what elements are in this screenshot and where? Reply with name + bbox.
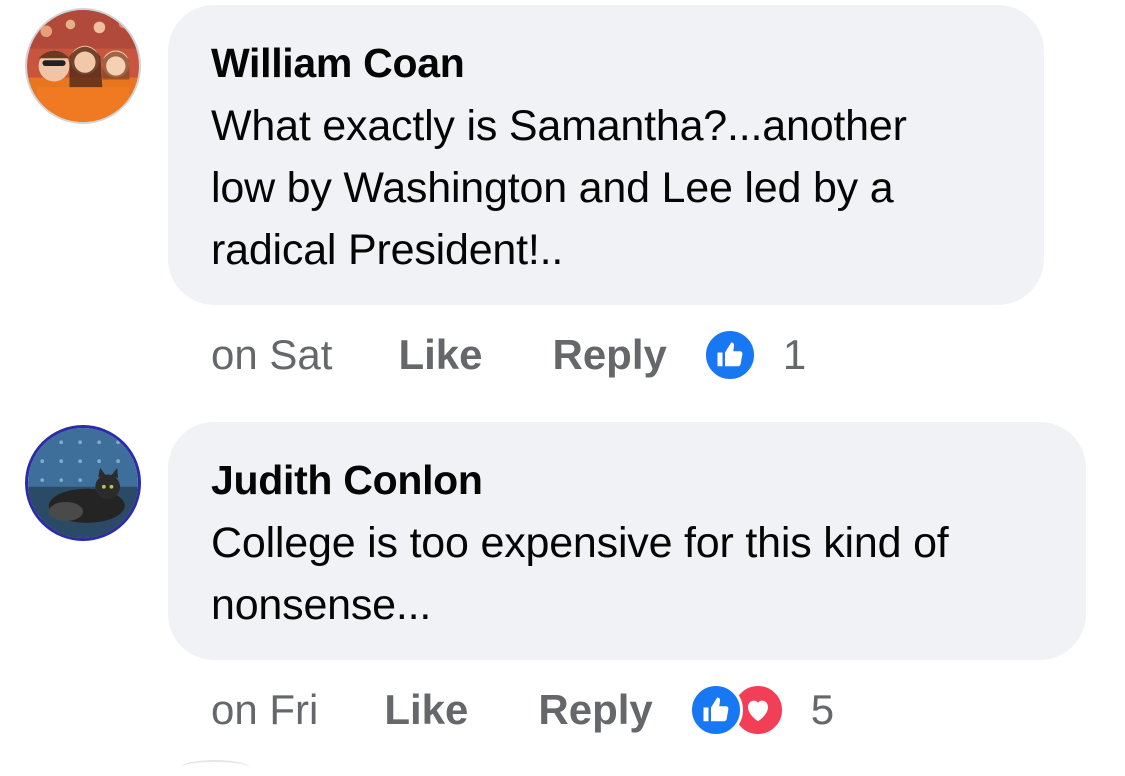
like-button[interactable]: Like xyxy=(398,331,482,379)
comment-author[interactable]: William Coan xyxy=(211,39,1000,87)
comment-actions: on Fri Like Reply 5 xyxy=(211,680,834,740)
comment-bubble: Judith Conlon College is too expensive f… xyxy=(168,422,1086,660)
like-icon xyxy=(702,328,757,382)
cat-photo-avatar xyxy=(28,428,138,538)
reactions-summary[interactable]: 5 xyxy=(688,683,835,737)
next-comment-avatar-edge xyxy=(180,760,250,776)
avatar[interactable] xyxy=(25,8,141,124)
reaction-count: 1 xyxy=(782,331,807,378)
comment-text-line: What exactly is Samantha?...another xyxy=(211,102,907,150)
like-button[interactable]: Like xyxy=(384,686,468,734)
comment-timestamp[interactable]: on Fri xyxy=(211,686,318,734)
comment-text: What exactly is Samantha?...another low … xyxy=(211,95,1000,281)
reply-button[interactable]: Reply xyxy=(552,331,666,379)
comment-actions: on Sat Like Reply 1 xyxy=(211,325,806,385)
comment-text-line: nonsense... xyxy=(211,581,432,629)
reaction-count: 5 xyxy=(810,686,835,733)
reply-button[interactable]: Reply xyxy=(538,686,652,734)
comment-timestamp[interactable]: on Sat xyxy=(211,331,332,379)
comment-text: College is too expensive for this kind o… xyxy=(211,512,1042,636)
comment-text-line: low by Washington and Lee led by a xyxy=(211,164,894,212)
like-icon xyxy=(688,683,743,737)
avatar[interactable] xyxy=(25,425,141,541)
comment-author[interactable]: Judith Conlon xyxy=(211,456,1042,504)
reactions-summary[interactable]: 1 xyxy=(702,328,807,382)
comment-bubble: William Coan What exactly is Samantha?..… xyxy=(168,5,1044,305)
comment-text-line: College is too expensive for this kind o… xyxy=(211,519,949,567)
profile-photo-avatar xyxy=(27,10,139,122)
comment-text-line: radical President!.. xyxy=(211,226,564,274)
